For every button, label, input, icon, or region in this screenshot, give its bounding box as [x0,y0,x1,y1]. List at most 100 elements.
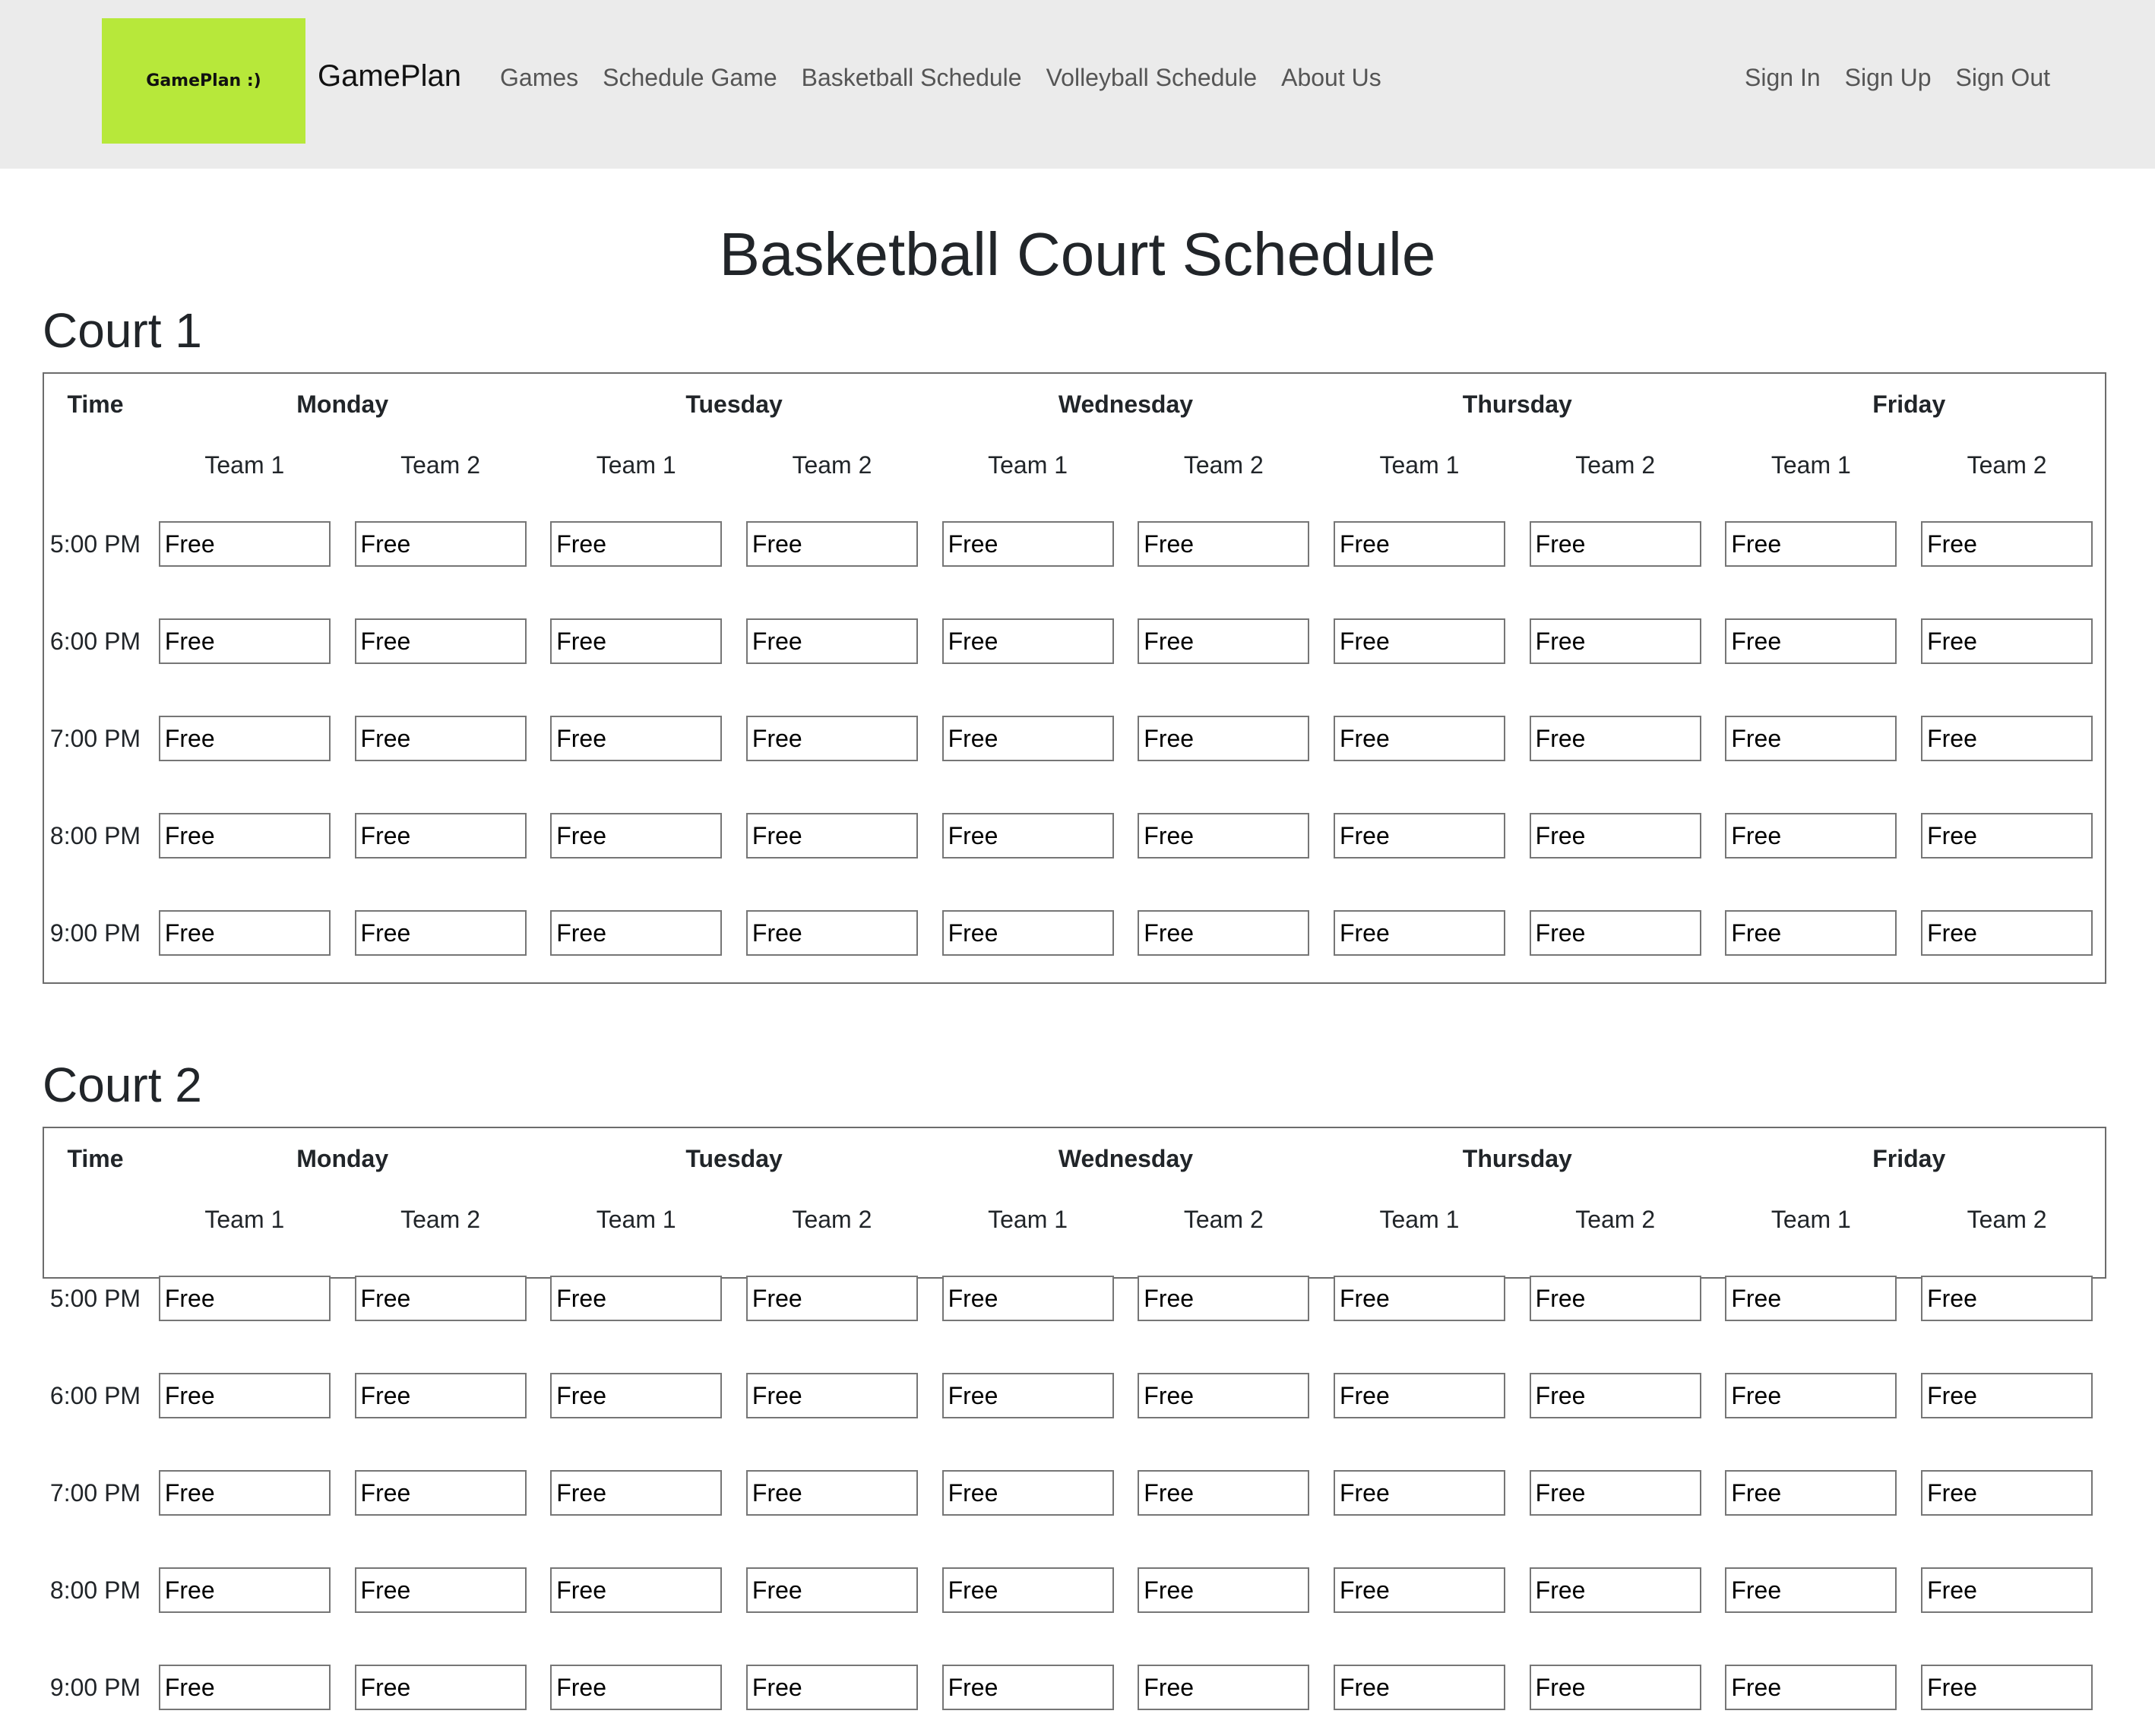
slot-input-tuesday-team-1[interactable] [550,1567,723,1613]
slot-input-tuesday-team-1[interactable] [550,1470,723,1516]
slot-input-wednesday-team-2[interactable] [1138,910,1310,956]
slot-input-monday-team-1[interactable] [158,910,331,956]
slot-input-monday-team-1[interactable] [158,1665,331,1710]
slot-input-wednesday-team-2[interactable] [1138,1470,1310,1516]
slot-input-tuesday-team-2[interactable] [745,618,918,664]
slot-input-monday-team-2[interactable] [354,716,527,761]
slot-input-thursday-team-2[interactable] [1529,1665,1701,1710]
slot-input-thursday-team-1[interactable] [1333,1567,1505,1613]
slot-input-thursday-team-2[interactable] [1529,1567,1701,1613]
slot-input-thursday-team-2[interactable] [1529,1373,1701,1418]
slot-input-thursday-team-2[interactable] [1529,716,1701,761]
slot-input-monday-team-2[interactable] [354,1276,527,1321]
sign-out-link[interactable]: Sign Out [1955,64,2050,92]
slot-input-tuesday-team-2[interactable] [745,1665,918,1710]
logo[interactable]: GamePlan :) [102,18,305,144]
slot-input-thursday-team-2[interactable] [1529,910,1701,956]
nav-link-basketball-schedule[interactable]: Basketball Schedule [802,64,1022,92]
slot-input-monday-team-1[interactable] [158,1567,331,1613]
slot-input-thursday-team-1[interactable] [1333,1373,1505,1418]
slot-input-monday-team-2[interactable] [354,521,527,567]
slot-input-monday-team-1[interactable] [158,813,331,859]
slot-input-friday-team-1[interactable] [1725,813,1897,859]
slot-input-friday-team-2[interactable] [1921,716,2093,761]
slot-input-wednesday-team-1[interactable] [941,716,1114,761]
slot-input-tuesday-team-1[interactable] [550,1665,723,1710]
nav-link-about-us[interactable]: About Us [1281,64,1381,92]
slot-input-wednesday-team-1[interactable] [941,1276,1114,1321]
slot-input-monday-team-2[interactable] [354,813,527,859]
slot-input-monday-team-2[interactable] [354,1373,527,1418]
nav-link-schedule-game[interactable]: Schedule Game [603,64,777,92]
nav-link-games[interactable]: Games [500,64,578,92]
slot-input-monday-team-2[interactable] [354,910,527,956]
slot-input-wednesday-team-2[interactable] [1138,716,1310,761]
slot-input-thursday-team-1[interactable] [1333,910,1505,956]
slot-input-tuesday-team-2[interactable] [745,813,918,859]
slot-input-thursday-team-2[interactable] [1529,1276,1701,1321]
slot-input-thursday-team-1[interactable] [1333,1470,1505,1516]
slot-input-monday-team-1[interactable] [158,618,331,664]
slot-input-wednesday-team-2[interactable] [1138,1665,1310,1710]
slot-input-friday-team-1[interactable] [1725,1276,1897,1321]
nav-link-volleyball-schedule[interactable]: Volleyball Schedule [1046,64,1258,92]
slot-input-wednesday-team-1[interactable] [941,1470,1114,1516]
sign-up-link[interactable]: Sign Up [1845,64,1932,92]
slot-input-tuesday-team-2[interactable] [745,910,918,956]
slot-input-thursday-team-2[interactable] [1529,813,1701,859]
slot-input-tuesday-team-1[interactable] [550,618,723,664]
slot-input-wednesday-team-1[interactable] [941,1567,1114,1613]
slot-input-wednesday-team-1[interactable] [941,1373,1114,1418]
slot-input-tuesday-team-1[interactable] [550,1373,723,1418]
slot-input-tuesday-team-1[interactable] [550,1276,723,1321]
slot-input-wednesday-team-1[interactable] [941,813,1114,859]
slot-input-wednesday-team-1[interactable] [941,1665,1114,1710]
slot-input-monday-team-1[interactable] [158,716,331,761]
slot-input-monday-team-1[interactable] [158,1373,331,1418]
slot-input-tuesday-team-1[interactable] [550,521,723,567]
slot-input-tuesday-team-2[interactable] [745,716,918,761]
slot-input-friday-team-1[interactable] [1725,521,1897,567]
slot-input-friday-team-2[interactable] [1921,521,2093,567]
slot-input-tuesday-team-2[interactable] [745,1470,918,1516]
slot-input-friday-team-2[interactable] [1921,618,2093,664]
slot-input-tuesday-team-2[interactable] [745,1373,918,1418]
slot-input-tuesday-team-2[interactable] [745,1567,918,1613]
slot-input-wednesday-team-2[interactable] [1138,1276,1310,1321]
slot-input-tuesday-team-1[interactable] [550,910,723,956]
slot-input-friday-team-2[interactable] [1921,1276,2093,1321]
slot-input-thursday-team-2[interactable] [1529,521,1701,567]
slot-input-monday-team-2[interactable] [354,1665,527,1710]
slot-input-wednesday-team-2[interactable] [1138,1567,1310,1613]
slot-input-thursday-team-1[interactable] [1333,813,1505,859]
slot-input-thursday-team-1[interactable] [1333,716,1505,761]
slot-input-tuesday-team-2[interactable] [745,521,918,567]
slot-input-thursday-team-1[interactable] [1333,521,1505,567]
slot-input-wednesday-team-1[interactable] [941,910,1114,956]
slot-input-monday-team-1[interactable] [158,521,331,567]
slot-input-friday-team-1[interactable] [1725,1665,1897,1710]
slot-input-friday-team-1[interactable] [1725,1470,1897,1516]
slot-input-friday-team-1[interactable] [1725,618,1897,664]
slot-input-wednesday-team-2[interactable] [1138,618,1310,664]
slot-input-wednesday-team-1[interactable] [941,521,1114,567]
slot-input-friday-team-1[interactable] [1725,716,1897,761]
slot-input-friday-team-2[interactable] [1921,813,2093,859]
slot-input-thursday-team-1[interactable] [1333,1276,1505,1321]
slot-input-monday-team-1[interactable] [158,1470,331,1516]
slot-input-friday-team-2[interactable] [1921,1665,2093,1710]
slot-input-friday-team-2[interactable] [1921,1567,2093,1613]
slot-input-friday-team-1[interactable] [1725,1373,1897,1418]
sign-in-link[interactable]: Sign In [1745,64,1821,92]
slot-input-thursday-team-1[interactable] [1333,1665,1505,1710]
slot-input-tuesday-team-1[interactable] [550,716,723,761]
slot-input-wednesday-team-1[interactable] [941,618,1114,664]
slot-input-wednesday-team-2[interactable] [1138,813,1310,859]
slot-input-monday-team-2[interactable] [354,1567,527,1613]
slot-input-wednesday-team-2[interactable] [1138,521,1310,567]
slot-input-thursday-team-1[interactable] [1333,618,1505,664]
slot-input-tuesday-team-2[interactable] [745,1276,918,1321]
slot-input-friday-team-1[interactable] [1725,1567,1897,1613]
slot-input-friday-team-2[interactable] [1921,1470,2093,1516]
slot-input-monday-team-1[interactable] [158,1276,331,1321]
